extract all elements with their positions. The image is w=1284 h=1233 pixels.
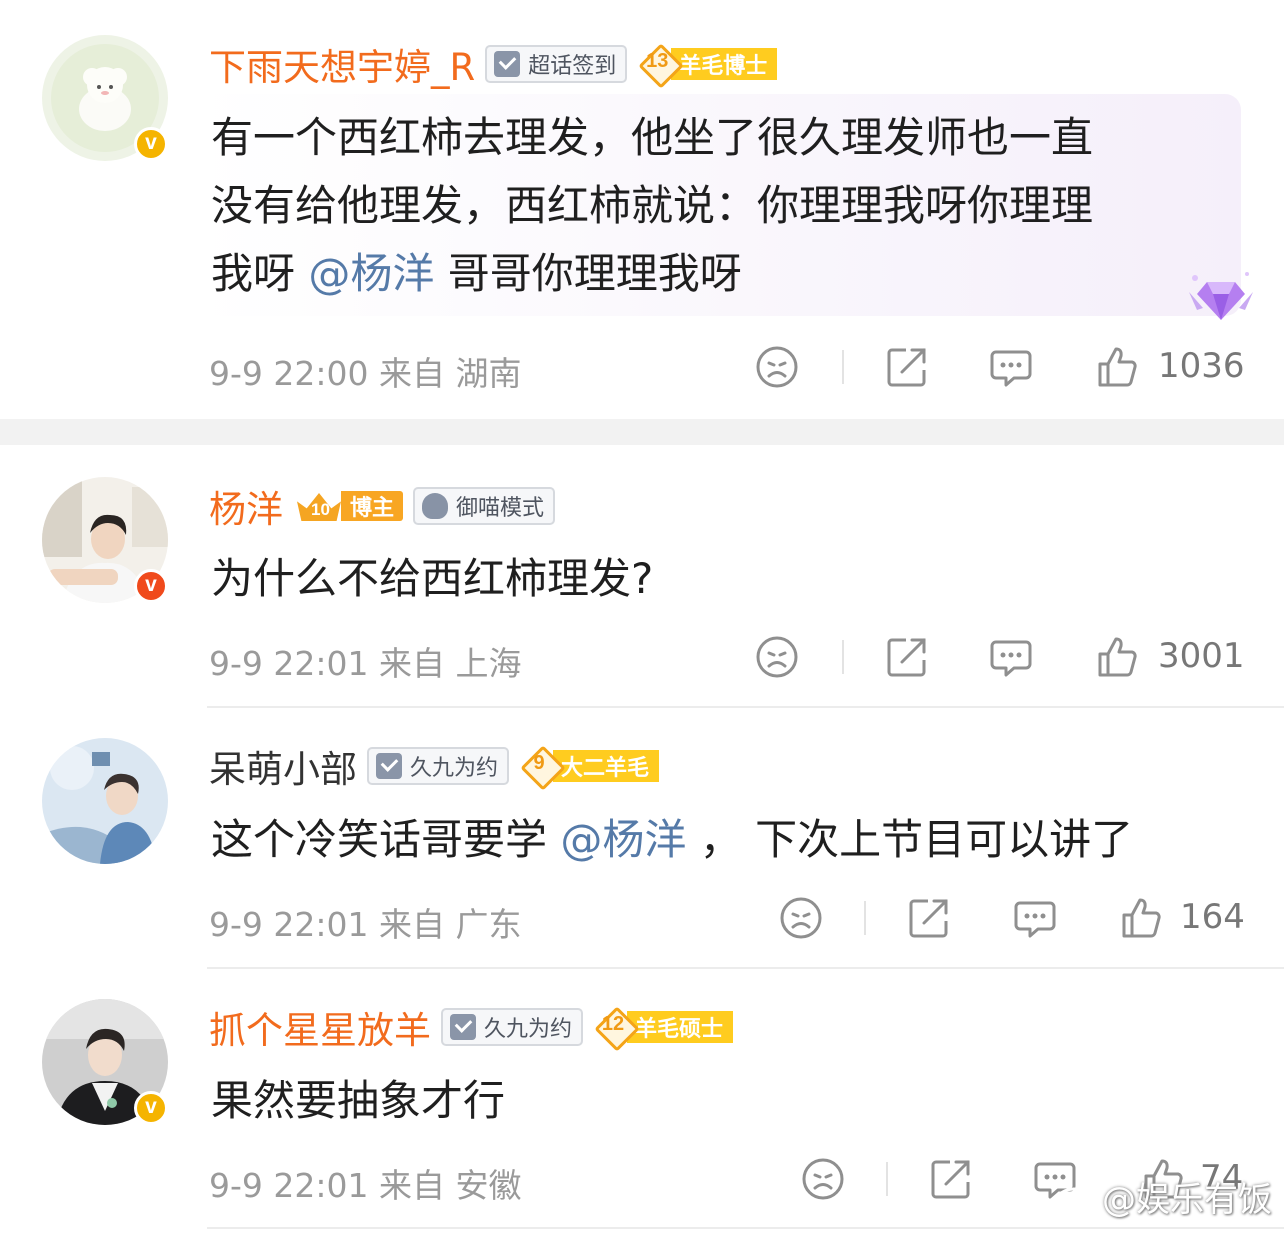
comment-header: 抓个星星放羊 久九为约 12 羊毛硕士: [209, 1000, 734, 1054]
comment-text: 这个冷笑话哥要学 @杨洋 ， 下次上节目可以讲了: [211, 815, 1134, 864]
share-icon[interactable]: [884, 634, 930, 680]
username[interactable]: 抓个星星放羊: [209, 1000, 431, 1054]
action-divider: [864, 901, 866, 935]
comment-meta: 9-9 22:01 来自 上海: [209, 637, 522, 685]
supertopic-tag[interactable]: 久九为约: [367, 747, 510, 785]
verified-badge: v: [134, 1091, 168, 1125]
comment-meta: 9-9 22:01 来自 广东: [209, 898, 522, 946]
watermark: @娱乐有饭: [1054, 1172, 1272, 1221]
checkin-icon: [494, 51, 521, 77]
fan-level-badge[interactable]: 13 羊毛博士: [637, 43, 778, 89]
comment-text: 果然要抽象才行: [211, 1076, 506, 1125]
checkin-icon: [450, 1014, 476, 1040]
supertopic-tag[interactable]: 久九为约: [441, 1008, 584, 1046]
like-icon[interactable]: [1118, 895, 1164, 941]
share-icon[interactable]: [928, 1156, 974, 1202]
mention-link[interactable]: @杨洋: [308, 249, 434, 298]
row-divider: [207, 706, 1284, 708]
comment-header: 下雨天想宇婷_R 超话签到 13 羊毛博士: [209, 37, 778, 91]
mention-link[interactable]: @杨洋: [560, 815, 686, 864]
comment-icon[interactable]: [988, 634, 1034, 680]
comment-header: 杨洋 10 博主 御喵模式: [209, 479, 556, 533]
like-count: 1036: [1158, 346, 1245, 386]
comment-meta: 9-9 22:00 来自 湖南: [209, 347, 522, 395]
verified-badge: v: [134, 127, 168, 161]
crown-icon: 10: [293, 487, 345, 525]
comment-text-line: 我呀 @杨洋 哥哥你理理我呀: [211, 249, 742, 298]
like-icon[interactable]: [1094, 634, 1140, 680]
share-icon[interactable]: [906, 895, 952, 941]
timestamp: 9-9 22:01: [209, 1166, 369, 1205]
like-icon[interactable]: [1094, 344, 1140, 390]
comment-icon[interactable]: [1012, 895, 1058, 941]
location: 来自 湖南: [379, 354, 522, 393]
action-divider: [842, 640, 844, 674]
dislike-icon[interactable]: [754, 634, 800, 680]
dislike-icon[interactable]: [800, 1156, 846, 1202]
cat-icon: [422, 493, 449, 519]
row-divider: [207, 1227, 1284, 1229]
username[interactable]: 杨洋: [209, 479, 283, 533]
timestamp: 9-9 22:01: [209, 644, 369, 683]
timestamp: 9-9 22:00: [209, 354, 369, 393]
comment-text: 为什么不给西红柿理发?: [211, 554, 654, 603]
username[interactable]: 呆萌小部: [209, 739, 357, 793]
share-icon[interactable]: [884, 344, 930, 390]
comment-header: 呆萌小部 久九为约 9 大二羊毛: [209, 739, 660, 793]
fan-level-badge[interactable]: 9 大二羊毛: [519, 745, 660, 791]
supertopic-tag[interactable]: 超话签到: [485, 45, 628, 83]
like-count: 3001: [1158, 636, 1245, 676]
like-count: 164: [1180, 897, 1245, 937]
location: 来自 安徽: [379, 1166, 522, 1205]
username[interactable]: 下雨天想宇婷_R: [209, 37, 475, 91]
premium-gem-icon: [1189, 272, 1253, 320]
mode-tag[interactable]: 御喵模式: [413, 487, 556, 525]
comment-icon[interactable]: [988, 344, 1034, 390]
action-divider: [842, 350, 844, 384]
dislike-icon[interactable]: [778, 895, 824, 941]
comment-meta: 9-9 22:01 来自 安徽: [209, 1159, 522, 1207]
blogger-level-badge[interactable]: 10 博主: [293, 487, 404, 525]
verified-badge: v: [134, 569, 168, 603]
location: 来自 广东: [379, 905, 522, 944]
comment-text-line: 有一个西红柿去理发，他坐了很久理发师也一直: [211, 113, 1094, 162]
section-divider: [0, 419, 1284, 445]
fan-level-badge[interactable]: 12 羊毛硕士: [593, 1006, 734, 1052]
checkin-icon: [376, 753, 402, 779]
weibo-logo-icon: [1055, 1181, 1096, 1214]
action-divider: [886, 1162, 888, 1196]
comment-text-line: 没有给他理发，西红柿就说：你理理我呀你理理: [211, 181, 1094, 230]
location: 来自 上海: [379, 644, 522, 683]
row-divider: [207, 967, 1284, 969]
dislike-icon[interactable]: [754, 344, 800, 390]
timestamp: 9-9 22:01: [209, 905, 369, 944]
avatar[interactable]: [42, 738, 168, 864]
